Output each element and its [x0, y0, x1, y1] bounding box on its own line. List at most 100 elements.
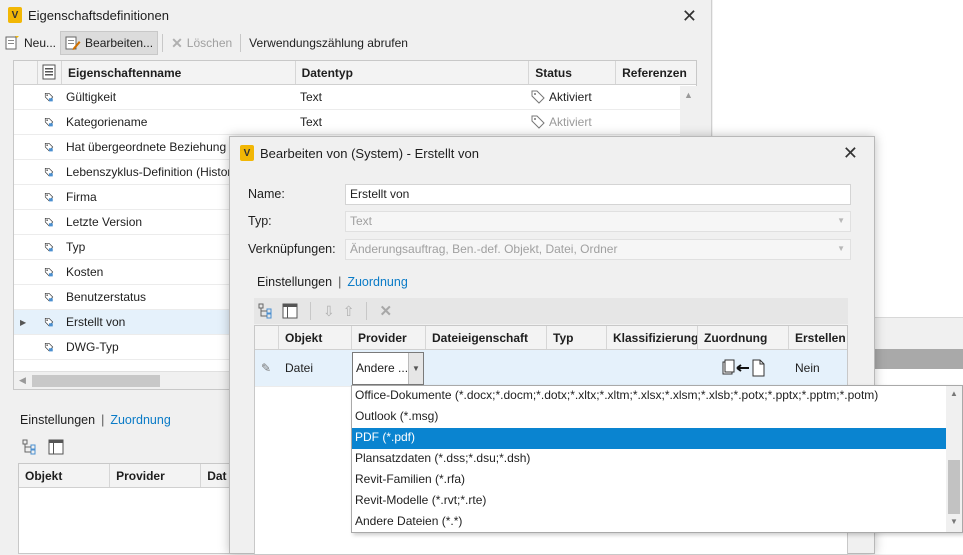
col-header-references[interactable]: Referenzen	[616, 61, 696, 84]
property-datatype-cell[interactable]: Text	[294, 90, 528, 104]
links-select-value: Änderungsauftrag, Ben.-def. Objekt, Date…	[350, 242, 618, 256]
dropdown-scrollbar[interactable]: ▲ ▼	[946, 386, 962, 532]
toolbar-separator	[162, 34, 164, 52]
main-close-icon[interactable]: ✕	[682, 6, 697, 27]
chevron-down-icon: ▼	[837, 243, 845, 253]
tab-separator: |	[101, 413, 105, 427]
toolbar-separator	[240, 34, 242, 52]
property-name-cell[interactable]: Gültigkeit	[60, 90, 294, 104]
mapping-direction-icon[interactable]	[698, 359, 789, 377]
usage-count-label: Verwendungszählung abrufen	[249, 36, 408, 50]
property-tag-icon	[38, 314, 60, 330]
provider-option[interactable]: Outlook (*.msg)	[352, 407, 946, 428]
property-name-cell[interactable]: Kategoriename	[60, 115, 294, 129]
tab-mapping[interactable]: Zuordnung	[110, 413, 170, 427]
provider-option[interactable]: Revit-Familien (*.rfa)	[352, 470, 946, 491]
panel-icon[interactable]	[48, 439, 64, 455]
type-select[interactable]: Text ▼	[345, 210, 851, 232]
dialog-tab-settings[interactable]: Einstellungen	[257, 275, 332, 289]
hierarchy-icon[interactable]	[22, 439, 38, 455]
provider-option[interactable]: PDF (*.pdf)	[352, 428, 946, 449]
provider-option[interactable]: Andere Dateien (*.*)	[352, 512, 946, 533]
edit-pencil-icon: ✎	[261, 361, 272, 375]
dropdown-scroll-thumb[interactable]	[948, 460, 960, 514]
dialog-title: Bearbeiten von (System) - Erstellt von	[260, 145, 479, 161]
property-tag-icon	[38, 339, 60, 355]
hierarchy-icon[interactable]	[258, 303, 274, 319]
links-label: Verknüpfungen:	[248, 242, 336, 256]
column-chooser-icon[interactable]	[38, 61, 62, 84]
new-icon	[4, 35, 20, 51]
move-down-icon[interactable]: ⇩	[323, 303, 335, 320]
mapping-row[interactable]: ✎ Datei Andere ... ▼ Nein	[255, 350, 847, 387]
property-status-cell[interactable]: Aktiviert	[528, 115, 615, 129]
edit-label: Bearbeiten...	[85, 36, 154, 50]
move-up-icon[interactable]: ⇧	[343, 303, 355, 320]
col-header-object[interactable]: Objekt	[279, 326, 352, 349]
mapping-object-cell[interactable]: Datei	[279, 361, 352, 375]
provider-option[interactable]: Plansatzdaten (*.dss;*.dsu;*.dsh)	[352, 449, 946, 470]
dialog-close-icon[interactable]: ✕	[843, 143, 858, 164]
property-row[interactable]: Gültigkeit Text Aktiviert	[14, 85, 696, 110]
property-grid-header: Eigenschaftenname Datentyp Status Refere…	[14, 61, 696, 85]
col-header-file-property[interactable]: Dateieigenschaft	[426, 326, 547, 349]
property-tag-icon	[38, 139, 60, 155]
edit-button[interactable]: Bearbeiten...	[60, 31, 159, 55]
delete-icon[interactable]: ✕	[379, 302, 392, 320]
property-row[interactable]: Kategoriename Text Aktiviert	[14, 110, 696, 135]
property-status-cell[interactable]: Aktiviert	[528, 90, 615, 104]
main-mapping-toolbar	[22, 439, 64, 455]
property-datatype-cell[interactable]: Text	[294, 115, 528, 129]
col-header-provider[interactable]: Provider	[110, 464, 202, 487]
property-tag-icon	[38, 189, 60, 205]
name-label: Name:	[248, 187, 285, 201]
dialog-mapping-toolbar: ⇩ ⇧ ✕	[254, 298, 848, 324]
col-header-datatype[interactable]: Datentyp	[296, 61, 530, 84]
panel-icon[interactable]	[282, 303, 298, 319]
provider-option[interactable]: Office-Dokumente (*.docx;*.docm;*.dotx;*…	[352, 386, 946, 407]
status-text: Aktiviert	[549, 115, 592, 129]
property-tag-icon	[38, 289, 60, 305]
delete-button[interactable]: ✕ Löschen	[167, 31, 236, 55]
main-window-title: Eigenschaftsdefinitionen	[28, 7, 169, 23]
main-bottom-tabs: Einstellungen | Zuordnung	[20, 413, 171, 427]
dialog-tab-mapping[interactable]: Zuordnung	[347, 275, 407, 289]
links-select[interactable]: Änderungsauftrag, Ben.-def. Objekt, Date…	[345, 238, 851, 260]
property-tag-icon	[38, 214, 60, 230]
status-tag-icon	[531, 90, 545, 104]
col-header-provider[interactable]: Provider	[352, 326, 426, 349]
delete-label: Löschen	[186, 36, 233, 50]
property-tag-icon	[38, 89, 60, 105]
chevron-down-icon[interactable]: ▼	[408, 352, 423, 384]
col-header-object[interactable]: Objekt	[19, 464, 111, 487]
name-field[interactable]: Erstellt von	[345, 183, 851, 205]
row-pointer-icon: ▶	[20, 317, 27, 327]
dialog-tabs: Einstellungen | Zuordnung	[257, 275, 408, 289]
tab-settings[interactable]: Einstellungen	[20, 413, 95, 427]
col-header-create[interactable]: Erstellen	[789, 326, 847, 349]
new-button[interactable]: Neu...	[0, 31, 60, 55]
dialog-titlebar: V Bearbeiten von (System) - Erstellt von	[230, 137, 874, 169]
col-header-type[interactable]: Typ	[547, 326, 607, 349]
provider-cell[interactable]: Andere ... ▼	[352, 350, 426, 387]
main-toolbar: Neu... Bearbeiten... ✕ Löschen Verwendun…	[0, 30, 711, 56]
col-header-status[interactable]: Status	[529, 61, 617, 84]
name-row: Name: Erstellt von	[248, 183, 851, 205]
new-label: Neu...	[24, 36, 57, 50]
type-select-value: Text	[350, 214, 373, 228]
scroll-up-icon[interactable]: ▲	[946, 386, 962, 398]
tab-separator: |	[338, 275, 342, 289]
horizontal-scroll-thumb[interactable]	[32, 375, 160, 387]
create-cell[interactable]: Nein	[789, 361, 847, 375]
col-header-file-property[interactable]: Dat	[201, 464, 229, 487]
col-header-property-name[interactable]: Eigenschaftenname	[62, 61, 296, 84]
col-header-mapping[interactable]: Zuordnung	[698, 326, 789, 349]
scroll-down-icon[interactable]: ▼	[946, 517, 962, 526]
provider-combobox[interactable]: Andere ... ▼	[352, 351, 424, 385]
col-header-classification[interactable]: Klassifizierung	[607, 326, 698, 349]
usage-count-button[interactable]: Verwendungszählung abrufen	[245, 31, 412, 55]
main-mapping-grid-header: Objekt Provider Dat	[19, 464, 229, 488]
scroll-left-icon[interactable]: ◀	[19, 375, 26, 386]
provider-option[interactable]: Revit-Modelle (*.rvt;*.rte)	[352, 491, 946, 512]
scroll-up-icon[interactable]: ▲	[680, 86, 697, 100]
